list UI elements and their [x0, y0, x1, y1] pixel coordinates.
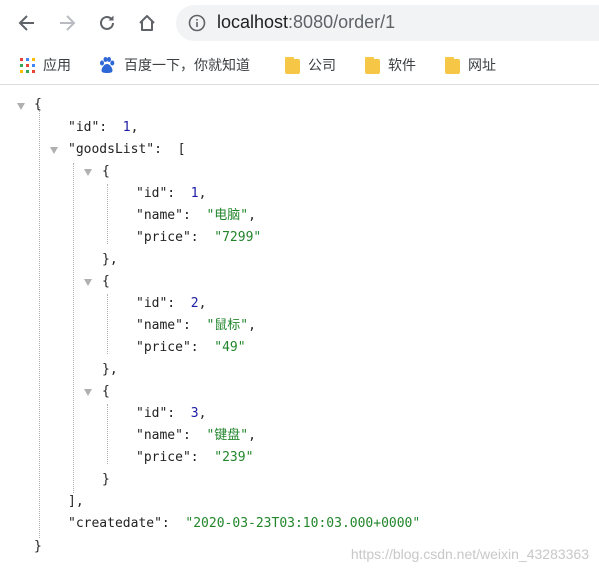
home-icon	[139, 15, 155, 31]
json-row-price: "price": "49"	[136, 340, 246, 355]
bookmark-apps[interactable]: 应用	[20, 46, 71, 84]
json-row-goodslist: "goodsList": [	[68, 142, 186, 157]
json-brace: },	[102, 252, 118, 267]
url-text[interactable]: localhost:8080/order/1	[217, 12, 395, 33]
json-brace: }	[102, 472, 110, 487]
collapse-toggle[interactable]	[84, 169, 92, 176]
json-string: "鼠标"	[206, 318, 249, 333]
json-row-name: "name": "鼠标",	[136, 318, 256, 333]
indent-guide	[107, 294, 108, 354]
indent-guide	[107, 404, 108, 464]
reload-button[interactable]	[94, 10, 120, 36]
collapse-toggle[interactable]	[17, 103, 25, 110]
json-string: "2020-03-23T03:10:03.000+0000"	[185, 516, 421, 531]
watermark: https://blog.csdn.net/weixin_43283363	[350, 546, 589, 562]
bookmark-label: 应用	[43, 58, 71, 74]
collapse-toggle[interactable]	[84, 389, 92, 396]
json-brace: {	[102, 164, 110, 179]
address-bar[interactable]: localhost:8080/order/1	[176, 5, 599, 41]
json-brace: {	[102, 384, 110, 399]
json-number: 1	[122, 120, 131, 135]
json-row-name: "name": "键盘",	[136, 428, 256, 443]
folder-icon	[445, 56, 460, 74]
json-brace: }	[34, 539, 42, 554]
json-string: "键盘"	[206, 428, 249, 443]
bookmark-label: 百度一下，你就知道	[124, 58, 250, 74]
json-row-price: "price": "7299"	[136, 230, 262, 245]
info-icon[interactable]	[188, 14, 206, 32]
forward-button[interactable]	[54, 10, 80, 36]
bookmark-folder-company[interactable]: 公司	[285, 46, 336, 84]
json-row-id: "id": 1,	[68, 120, 139, 135]
collapse-toggle[interactable]	[50, 147, 58, 154]
json-number: 2	[190, 296, 199, 311]
json-brace: },	[102, 362, 118, 377]
folder-icon	[285, 56, 300, 74]
json-string: "电脑"	[206, 208, 249, 223]
apps-grid-icon	[20, 57, 35, 73]
json-number: 1	[190, 186, 199, 201]
folder-icon	[365, 56, 380, 74]
json-bracket: ],	[68, 494, 84, 509]
json-string: "49"	[214, 340, 246, 355]
json-row-id: "id": 3,	[136, 406, 207, 421]
bookmark-label: 软件	[388, 58, 416, 74]
browser-toolbar: localhost:8080/order/1	[0, 0, 599, 46]
json-brace: {	[34, 97, 42, 112]
arrow-right-icon	[60, 15, 76, 31]
json-viewer: { "id": 1, "goodsList": [ { "id": 1, "na…	[0, 85, 599, 572]
arrow-left-icon	[18, 15, 34, 31]
url-host: localhost	[217, 12, 289, 32]
bookmark-label: 网址	[468, 58, 496, 74]
collapse-toggle[interactable]	[84, 279, 92, 286]
indent-guide	[39, 107, 40, 538]
bookmark-baidu[interactable]: 百度一下，你就知道	[98, 46, 250, 84]
bookmark-folder-software[interactable]: 软件	[365, 46, 416, 84]
json-brace: {	[102, 274, 110, 289]
reload-icon	[100, 15, 114, 30]
bookmark-label: 公司	[308, 58, 336, 74]
json-row-createdate: "createdate": "2020-03-23T03:10:03.000+0…	[68, 516, 421, 531]
indent-guide	[107, 184, 108, 244]
indent-guide	[73, 163, 74, 493]
json-row-name: "name": "电脑",	[136, 208, 256, 223]
bookmark-folder-web[interactable]: 网址	[445, 46, 496, 84]
json-row-id: "id": 2,	[136, 296, 207, 311]
json-string: "239"	[214, 450, 254, 465]
json-row-price: "price": "239"	[136, 450, 254, 465]
bookmarks-bar: 应用 百度一下，你就知道 公司 软件 网址	[0, 46, 599, 85]
json-row-id: "id": 1,	[136, 186, 207, 201]
json-number: 3	[190, 406, 199, 421]
url-path: :8080/order/1	[288, 12, 396, 32]
back-button[interactable]	[14, 10, 40, 36]
json-string: "7299"	[214, 230, 262, 245]
home-button[interactable]	[134, 10, 160, 36]
baidu-paw-icon	[100, 57, 115, 73]
